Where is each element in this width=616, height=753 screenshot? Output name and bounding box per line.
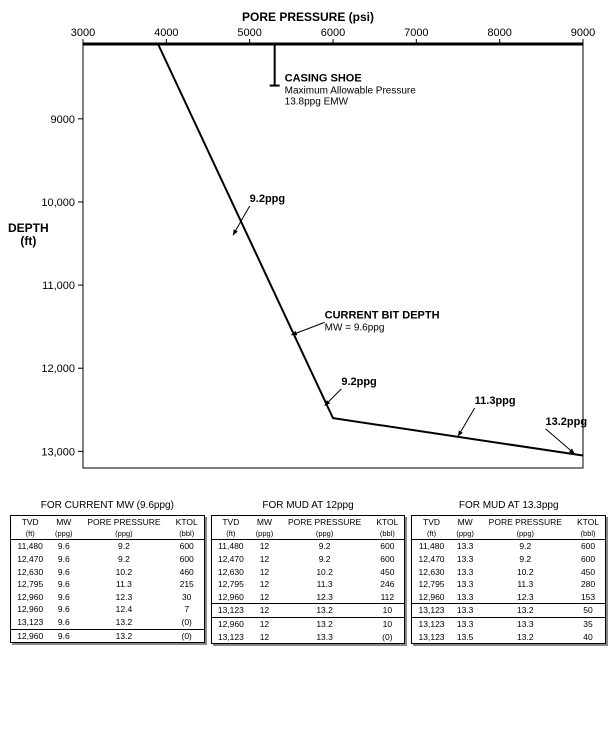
svg-text:11.3ppg: 11.3ppg xyxy=(475,395,516,407)
table-row: 12,7951211.3246 xyxy=(211,578,405,591)
svg-text:9.2ppg: 9.2ppg xyxy=(250,193,285,205)
svg-text:Maximum Allowable Pressure: Maximum Allowable Pressure xyxy=(285,86,417,97)
svg-text:CASING SHOE: CASING SHOE xyxy=(285,73,362,85)
table-row: 12,63013.310.2450 xyxy=(412,566,606,579)
table-row: 11,480129.2600 xyxy=(211,540,405,553)
col-header: MW(ppg) xyxy=(451,516,480,540)
y-axis-label: DEPTH (ft) xyxy=(8,222,49,248)
table-row: 12,9601212.3112 xyxy=(211,591,405,604)
tables-row: FOR CURRENT MW (9.6ppg)TVD(ft)MW(ppg)POR… xyxy=(10,500,606,644)
col-header: PORE PRESSURE(ppg) xyxy=(78,516,170,540)
table-row: 12,7959.611.3215 xyxy=(11,578,205,591)
svg-text:11,000: 11,000 xyxy=(42,280,75,292)
table-row: 13,12313.513.240 xyxy=(412,631,606,644)
col-header: MW(ppg) xyxy=(49,516,78,540)
col-header: PORE PRESSURE(ppg) xyxy=(279,516,371,540)
svg-text:CURRENT BIT DEPTH: CURRENT BIT DEPTH xyxy=(325,309,440,321)
col-header: TVD(ft) xyxy=(11,516,50,540)
data-table: TVD(ft)MW(ppg)PORE PRESSURE(ppg)KTOL(bbl… xyxy=(10,515,205,643)
table-row: 13,1231213.3(0) xyxy=(211,631,405,644)
svg-text:9000: 9000 xyxy=(571,27,595,39)
table-row: 13,1239.613.2(0) xyxy=(11,616,205,629)
table-block: FOR MUD AT 13.3ppg TVD(ft)MW(ppg)PORE PRE… xyxy=(411,500,606,644)
svg-text:MW = 9.6ppg: MW = 9.6ppg xyxy=(325,322,385,333)
svg-text:13.2ppg: 13.2ppg xyxy=(546,416,588,428)
svg-text:5000: 5000 xyxy=(237,27,261,39)
pore-pressure-chart: PORE PRESSURE (psi) DEPTH (ft) 300040005… xyxy=(28,10,588,480)
table-row: 12,9609.612.330 xyxy=(11,591,205,604)
svg-text:3000: 3000 xyxy=(71,27,95,39)
svg-text:9.2ppg: 9.2ppg xyxy=(341,376,376,388)
table-row: 12,79513.311.3280 xyxy=(412,578,606,591)
svg-text:12,000: 12,000 xyxy=(41,363,75,375)
svg-text:13,000: 13,000 xyxy=(41,446,75,458)
svg-text:9000: 9000 xyxy=(51,114,75,126)
table-row: 12,47013.39.2600 xyxy=(412,553,606,566)
table-row: 13,12313.313.335 xyxy=(412,618,606,631)
col-header: TVD(ft) xyxy=(412,516,451,540)
table-title: FOR MUD AT 12ppg xyxy=(211,500,406,511)
table-block: FOR MUD AT 12ppg TVD(ft)MW(ppg)PORE PRESS… xyxy=(211,500,406,644)
col-header: KTOL(bbl) xyxy=(571,516,605,540)
col-header: MW(ppg) xyxy=(250,516,279,540)
table-row: 12,9601213.210 xyxy=(211,618,405,631)
col-header: PORE PRESSURE(ppg) xyxy=(480,516,572,540)
table-row: 11,48013.39.2600 xyxy=(412,540,606,553)
svg-text:8000: 8000 xyxy=(487,27,511,39)
data-table: TVD(ft)MW(ppg)PORE PRESSURE(ppg)KTOL(bbl… xyxy=(411,515,606,644)
table-row: 12,6309.610.2460 xyxy=(11,566,205,579)
svg-text:6000: 6000 xyxy=(321,27,345,39)
col-header: KTOL(bbl) xyxy=(370,516,404,540)
svg-text:7000: 7000 xyxy=(404,27,428,39)
plot-area: 3000400050006000700080009000900010,00011… xyxy=(83,28,583,468)
data-table: TVD(ft)MW(ppg)PORE PRESSURE(ppg)KTOL(bbl… xyxy=(211,515,406,644)
svg-text:13.8ppg EMW: 13.8ppg EMW xyxy=(285,97,349,108)
col-header: KTOL(bbl) xyxy=(170,516,204,540)
table-title: FOR MUD AT 13.3ppg xyxy=(411,500,606,511)
table-row: 12,9609.612.47 xyxy=(11,603,205,616)
svg-text:10,000: 10,000 xyxy=(41,197,75,209)
table-row: 12,470129.2600 xyxy=(211,553,405,566)
table-row: 13,12313.313.250 xyxy=(412,604,606,618)
table-row: 12,9609.613.2(0) xyxy=(11,629,205,643)
table-row: 13,1231213.210 xyxy=(211,604,405,618)
table-block: FOR CURRENT MW (9.6ppg) TVD(ft)MW(ppg)POR… xyxy=(10,500,205,644)
table-row: 12,96013.312.3153 xyxy=(412,591,606,604)
table-title: FOR CURRENT MW (9.6ppg) xyxy=(10,500,205,511)
table-row: 12,6301210.2450 xyxy=(211,566,405,579)
table-row: 12,4709.69.2600 xyxy=(11,553,205,566)
col-header: TVD(ft) xyxy=(211,516,250,540)
table-row: 11,4809.69.2600 xyxy=(11,540,205,553)
x-axis-label: PORE PRESSURE (psi) xyxy=(28,10,588,24)
svg-text:4000: 4000 xyxy=(154,27,178,39)
